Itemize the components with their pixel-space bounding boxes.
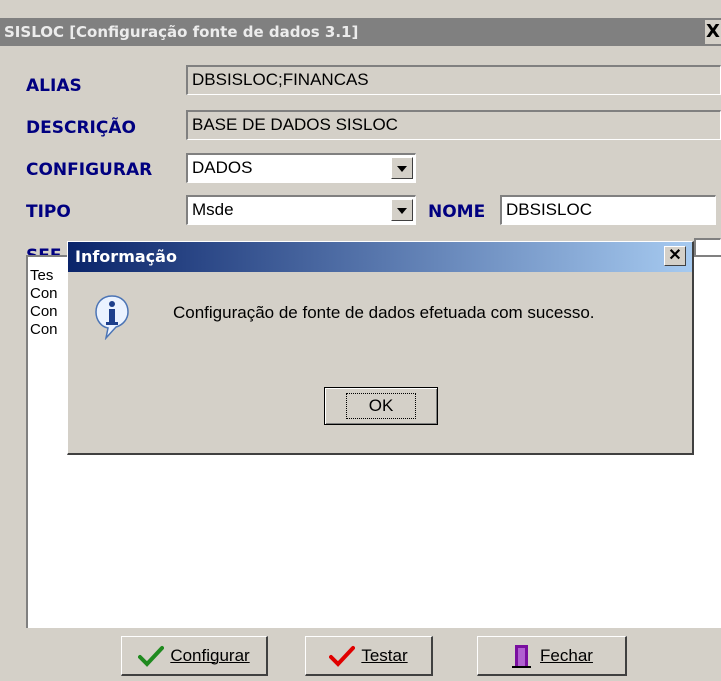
information-dialog: Informação ✕ Configuração de fonte de da… (67, 241, 694, 455)
chevron-down-icon[interactable] (391, 157, 413, 179)
config-window: SISLOC [Configuração fonte de dados 3.1]… (0, 0, 721, 681)
alias-field[interactable]: DBSISLOC;FINANCAS (186, 65, 721, 95)
testar-button[interactable]: Testar (305, 636, 433, 676)
ok-button[interactable]: OK (324, 387, 438, 425)
dialog-close-icon[interactable]: ✕ (664, 246, 686, 266)
configurar-select-value: DADOS (192, 158, 253, 177)
descricao-field[interactable]: BASE DE DADOS SISLOC (186, 110, 721, 140)
testar-button-label: Testar (361, 645, 408, 665)
dialog-message: Configuração de fonte de dados efetuada … (173, 303, 595, 322)
ok-button-label: OK (345, 393, 417, 419)
fechar-button-label: Fechar (540, 645, 593, 665)
configurar-button-label: Configurar (170, 645, 250, 665)
alias-label: ALIAS (26, 76, 82, 96)
window-titlebar: SISLOC [Configuração fonte de dados 3.1]… (0, 18, 721, 46)
tipo-select-value: Msde (192, 200, 234, 219)
descricao-label: DESCRIÇÃO (26, 118, 136, 138)
fechar-button[interactable]: Fechar (477, 636, 627, 676)
door-exit-icon (512, 644, 532, 668)
configurar-button[interactable]: Configurar (121, 636, 268, 676)
dialog-titlebar: Informação (68, 242, 692, 272)
configurar-label: CONFIGURAR (26, 160, 153, 180)
configurar-select[interactable]: DADOS (186, 153, 416, 183)
nome-field[interactable]: DBSISLOC (500, 195, 716, 225)
tipo-select[interactable]: Msde (186, 195, 416, 225)
nome-label: NOME (428, 202, 486, 222)
dialog-title: Informação (75, 247, 177, 266)
window-title: SISLOC [Configuração fonte de dados 3.1] (4, 23, 359, 41)
chevron-down-icon[interactable] (391, 199, 413, 221)
close-icon[interactable]: X (705, 20, 721, 44)
check-icon (138, 645, 165, 667)
tipo-label: TIPO (26, 202, 71, 222)
information-icon (95, 295, 129, 340)
check-red-icon (329, 645, 356, 667)
